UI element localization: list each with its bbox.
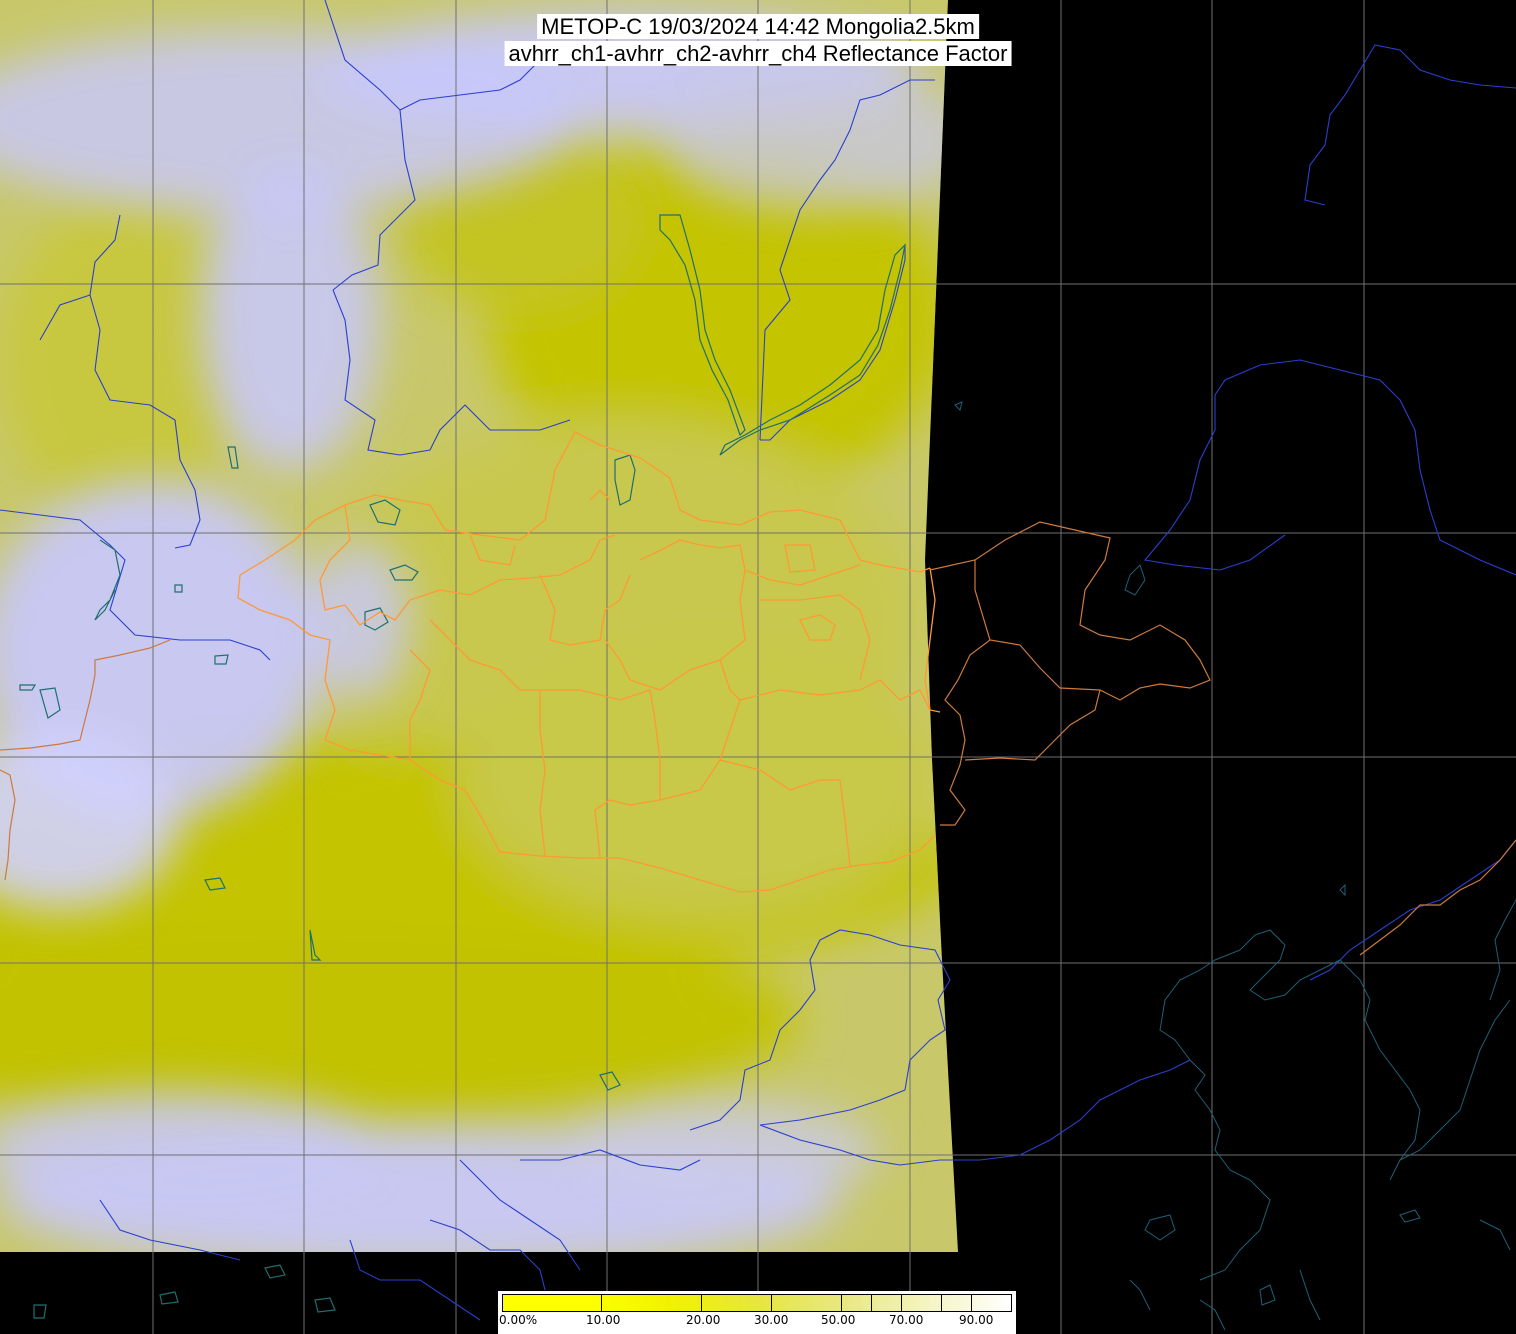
colorbar-label: 50.00 — [821, 1313, 856, 1327]
title-line-2: avhrr_ch1-avhrr_ch2-avhrr_ch4 Reflectanc… — [504, 41, 1012, 66]
satellite-image — [0, 0, 1516, 1334]
colorbar-tick — [841, 1294, 842, 1312]
colorbar-legend: 0.00% 10.00 20.00 30.00 50.00 70.00 90.0… — [498, 1291, 1016, 1334]
colorbar-label: 70.00 — [889, 1313, 924, 1327]
colorbar-tick — [771, 1294, 772, 1312]
colorbar-tick — [941, 1294, 942, 1312]
colorbar-tick — [871, 1294, 872, 1312]
colorbar-tick — [601, 1294, 602, 1312]
colorbar-tick — [971, 1294, 972, 1312]
colorbar-label: 20.00 — [686, 1313, 721, 1327]
colorbar-tick — [701, 1294, 702, 1312]
colorbar-label: 90.00 — [959, 1313, 994, 1327]
colorbar-gradient — [502, 1294, 1012, 1312]
colorbar-label: 30.00 — [754, 1313, 789, 1327]
satellite-viewer: METOP-C 19/03/2024 14:42 Mongolia2.5km a… — [0, 0, 1516, 1334]
satellite-swath — [0, 0, 958, 1252]
title-line-1: METOP-C 19/03/2024 14:42 Mongolia2.5km — [537, 14, 979, 39]
colorbar-tick — [901, 1294, 902, 1312]
colorbar-label: 0.00% — [499, 1313, 538, 1327]
colorbar-label: 10.00 — [586, 1313, 621, 1327]
